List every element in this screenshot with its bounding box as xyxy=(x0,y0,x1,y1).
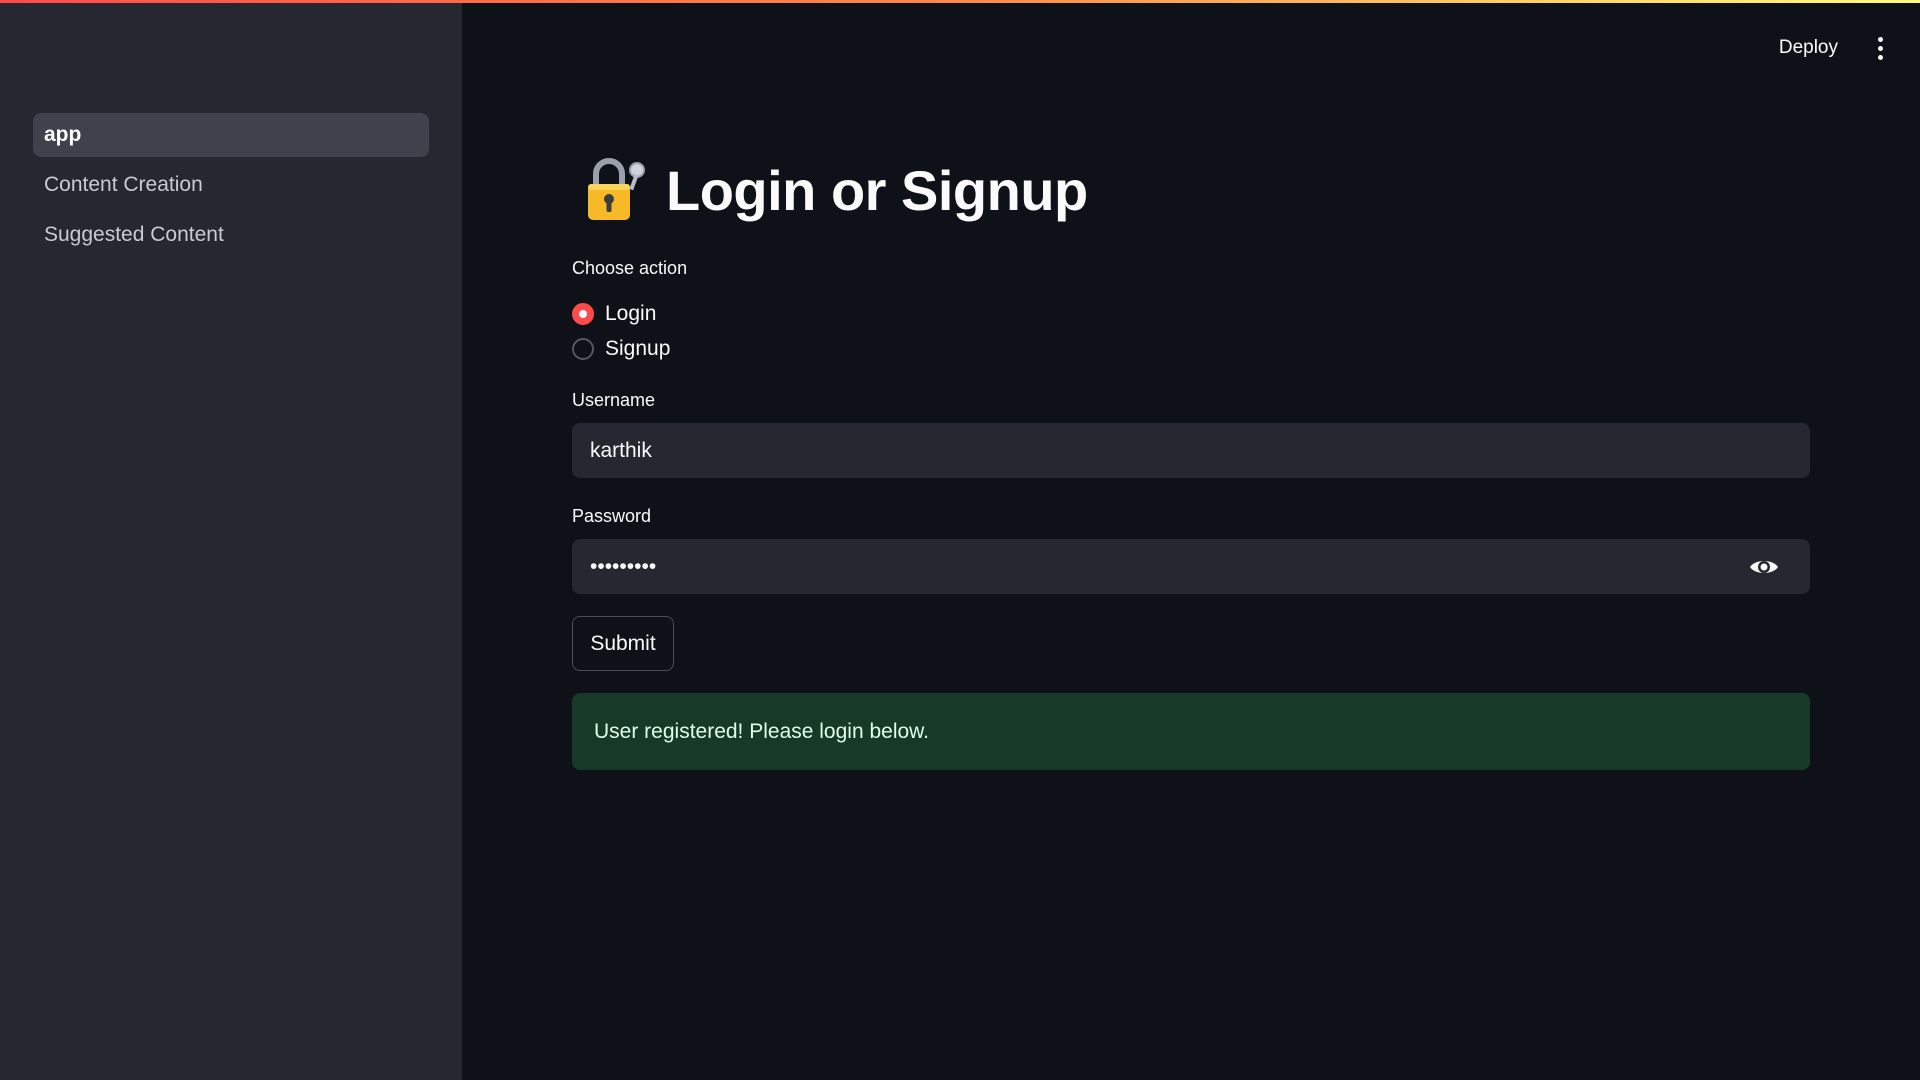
vertical-dots-icon[interactable] xyxy=(1868,33,1892,63)
main-content: Login or Signup Choose action Login Sign… xyxy=(572,0,1810,1080)
sidebar-item-suggested-content[interactable]: Suggested Content xyxy=(33,213,429,257)
action-radio-group: Login Signup xyxy=(572,296,670,366)
password-label: Password xyxy=(572,506,652,526)
sidebar-item-content-creation[interactable]: Content Creation xyxy=(33,163,429,207)
radio-signup[interactable]: Signup xyxy=(572,331,670,366)
password-input[interactable] xyxy=(590,554,1748,579)
username-label: Username xyxy=(572,390,656,410)
top-decoration-bar xyxy=(0,0,1920,3)
choose-action-label: Choose action xyxy=(572,258,688,278)
eye-icon[interactable] xyxy=(1748,551,1780,583)
success-alert: User registered! Please login below. xyxy=(572,693,1810,770)
password-field-box xyxy=(572,539,1810,594)
radio-signup-indicator[interactable] xyxy=(572,337,594,360)
radio-signup-label: Signup xyxy=(605,336,671,360)
submit-button[interactable]: Submit xyxy=(572,616,674,671)
page-title: Login or Signup xyxy=(666,158,1088,222)
sidebar-item-app[interactable]: app xyxy=(33,113,429,157)
radio-login-indicator[interactable] xyxy=(572,302,594,325)
sidebar: app Content Creation Suggested Content xyxy=(0,0,462,1080)
username-field-box xyxy=(572,423,1810,478)
page-header: Login or Signup xyxy=(582,156,1088,224)
radio-login[interactable]: Login xyxy=(572,296,670,331)
sidebar-nav: app Content Creation Suggested Content xyxy=(33,113,429,263)
lock-with-key-icon xyxy=(588,158,645,220)
radio-login-label: Login xyxy=(605,301,657,325)
username-input[interactable] xyxy=(590,438,1792,463)
